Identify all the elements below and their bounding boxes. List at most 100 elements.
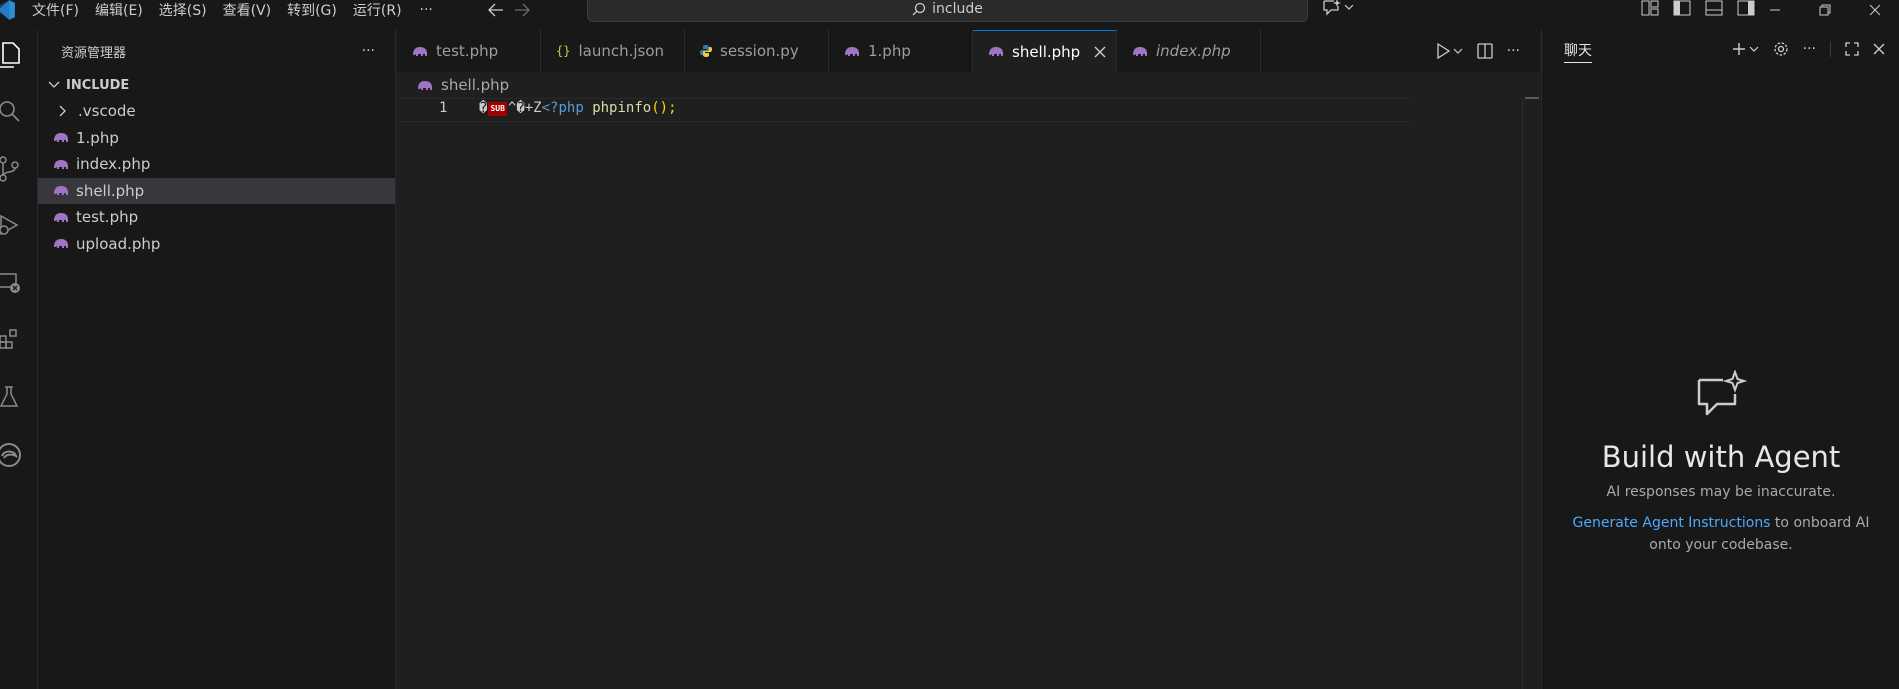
tree-item-label: index.php — [76, 155, 151, 174]
chevron-down-icon — [48, 81, 60, 88]
menu-edit[interactable]: 编辑(E) — [87, 0, 151, 20]
command-center-search[interactable]: include — [587, 0, 1308, 22]
python-icon — [700, 45, 712, 57]
tab-label: 1.php — [868, 42, 911, 60]
new-chat-button[interactable] — [1732, 42, 1759, 56]
tab-label: index.php — [1156, 42, 1231, 60]
tab-launch-json[interactable]: {} launch.json — [541, 30, 685, 72]
title-bar: 文件(F) 编辑(E) 选择(S) 查看(V) 转到(G) 运行(R) ··· … — [0, 0, 1899, 30]
chat-tab[interactable]: 聊天 — [1564, 40, 1592, 63]
gear-icon[interactable] — [1773, 41, 1789, 57]
chat-header: 聊天 ··· — [1542, 30, 1899, 72]
tree-item-1-php[interactable]: 1.php — [38, 125, 395, 152]
close-tab-icon[interactable] — [1094, 46, 1106, 58]
tree-item-label: .vscode — [78, 102, 136, 121]
tab-session-py[interactable]: session.py — [685, 30, 829, 72]
copilot-button[interactable] — [1322, 0, 1354, 16]
breadcrumb: shell.php — [397, 72, 509, 98]
code-line[interactable]: � SUB ^�+Z<?php phpinfo(); — [479, 100, 677, 116]
chat-actions: ··· — [1732, 41, 1885, 57]
testing-icon[interactable] — [0, 382, 24, 412]
sidebar-title: 资源管理器 — [61, 45, 127, 61]
tab-index-php[interactable]: index.php — [1117, 30, 1261, 72]
breadcrumb-file[interactable]: shell.php — [441, 76, 509, 94]
chat-more-button[interactable]: ··· — [1803, 41, 1816, 57]
menu-file[interactable]: 文件(F) — [24, 0, 87, 20]
maximize-icon[interactable] — [1845, 42, 1859, 56]
menu-view[interactable]: 查看(V) — [215, 0, 280, 20]
edge-devtools-icon[interactable] — [0, 440, 24, 470]
menu-more-button[interactable]: ··· — [410, 2, 443, 18]
customize-layout-icon[interactable] — [1640, 0, 1660, 18]
chevron-right-icon — [54, 105, 72, 117]
tab-label: session.py — [720, 42, 799, 60]
menu-selection[interactable]: 选择(S) — [151, 0, 215, 20]
php-icon — [845, 46, 859, 56]
tab-shell-php[interactable]: shell.php — [973, 30, 1117, 72]
toggle-secondary-sidebar-icon[interactable] — [1736, 0, 1756, 18]
tab-label: launch.json — [578, 42, 665, 60]
tab-label: test.php — [436, 42, 499, 60]
tree-item-test-php[interactable]: test.php — [38, 204, 395, 231]
menu-bar: 文件(F) 编辑(E) 选择(S) 查看(V) 转到(G) 运行(R) ··· — [24, 0, 443, 20]
chat-sparkle-icon — [1323, 0, 1341, 16]
php-open-tag: <?php — [541, 100, 584, 116]
run-button[interactable] — [1436, 43, 1463, 59]
command-center-text: include — [932, 1, 983, 17]
folder-section-title: INCLUDE — [66, 77, 130, 93]
tab-test-php[interactable]: test.php — [397, 30, 541, 72]
tree-item-label: 1.php — [76, 128, 119, 147]
chat-disclaimer: AI responses may be inaccurate. — [1606, 484, 1836, 500]
menu-run[interactable]: 运行(R) — [345, 0, 410, 20]
line-number: 1 — [439, 100, 448, 116]
chevron-down-icon — [1749, 46, 1759, 52]
sidebar-header: 资源管理器 ··· — [38, 30, 395, 72]
minimize-icon[interactable] — [1765, 0, 1785, 20]
folder-section-header[interactable]: INCLUDE — [38, 72, 395, 98]
split-editor-icon[interactable] — [1476, 43, 1493, 59]
editor-more-button[interactable]: ··· — [1507, 43, 1520, 59]
php-icon — [1133, 46, 1147, 56]
tree-item-upload-php[interactable]: upload.php — [38, 231, 395, 258]
code-editor[interactable]: 1 � SUB ^�+Z<?php phpinfo(); — [397, 98, 1540, 689]
plus-icon — [1732, 43, 1745, 55]
explorer-sidebar: 资源管理器 ··· INCLUDE .vscode 1.php index.ph… — [38, 30, 396, 689]
tab-label: shell.php — [1012, 42, 1081, 61]
chat-empty-state: Build with Agent AI responses may be ina… — [1542, 369, 1899, 556]
php-icon — [52, 212, 70, 223]
run-debug-icon[interactable] — [0, 210, 24, 240]
window-controls — [1765, 0, 1885, 20]
search-icon[interactable] — [0, 96, 24, 126]
toggle-primary-sidebar-icon[interactable] — [1672, 0, 1692, 18]
forward-arrow-icon[interactable] — [509, 0, 535, 20]
close-window-icon[interactable] — [1865, 0, 1885, 20]
toggle-panel-icon[interactable] — [1704, 0, 1724, 18]
source-control-icon[interactable] — [0, 154, 24, 184]
explorer-icon[interactable] — [0, 40, 24, 70]
tree-item-label: test.php — [76, 208, 139, 227]
code-garbage: � — [479, 100, 488, 116]
close-panel-icon[interactable] — [1873, 43, 1885, 55]
generate-instructions-link[interactable]: Generate Agent Instructions — [1573, 515, 1771, 531]
restore-icon[interactable] — [1815, 0, 1835, 20]
back-arrow-icon[interactable] — [483, 0, 509, 20]
chat-description: Generate Agent Instructions to onboard A… — [1542, 512, 1899, 556]
vscode-logo-icon — [0, 0, 15, 20]
layout-controls — [1640, 0, 1756, 18]
chat-sparkle-icon — [1697, 369, 1748, 416]
tab-1-php[interactable]: 1.php — [829, 30, 973, 72]
tree-item-index-php[interactable]: index.php — [38, 151, 395, 178]
tree-item-vscode[interactable]: .vscode — [38, 98, 395, 125]
remote-explorer-icon[interactable] — [0, 268, 24, 298]
editor-scrollbar[interactable] — [1522, 98, 1540, 689]
tree-item-shell-php[interactable]: shell.php — [38, 177, 395, 204]
control-char-badge: SUB — [488, 102, 507, 116]
menu-go[interactable]: 转到(G) — [279, 0, 345, 20]
php-icon — [52, 185, 70, 196]
php-icon — [52, 132, 70, 143]
sidebar-more-button[interactable]: ··· — [362, 43, 375, 59]
extensions-icon[interactable] — [0, 324, 24, 354]
play-icon — [1436, 43, 1450, 59]
chevron-down-icon — [1344, 4, 1354, 10]
